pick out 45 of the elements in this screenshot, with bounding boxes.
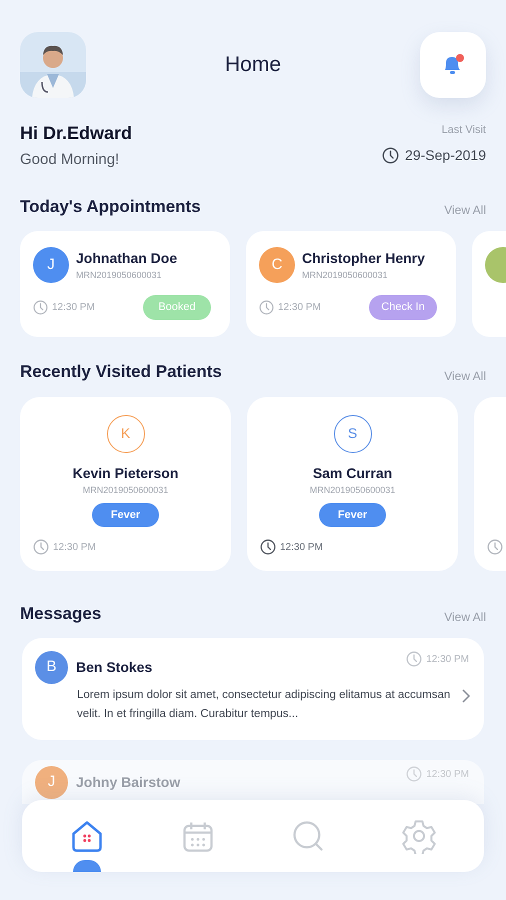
appointment-card[interactable]: J Johnathan Doe MRN2019050600031 12:30 PM Booked xyxy=(20,231,230,337)
patient-name: Christopher Henry xyxy=(302,248,425,268)
patient-mrn: MRN2019050600031 xyxy=(310,484,396,496)
last-visit-date: 29-Sep-2019 xyxy=(405,146,486,165)
patient-mrn: MRN2019050600031 xyxy=(82,484,168,496)
status-badge: Check In xyxy=(369,295,437,320)
greeting-name: Hi Dr.Edward xyxy=(20,122,132,145)
visit-time: 12:30 PM xyxy=(53,540,96,554)
section-title: Recently Visited Patients xyxy=(20,361,222,383)
message-time: 12:30 PM xyxy=(426,652,469,666)
status-badge: Booked xyxy=(143,295,211,320)
patient-name: Johnathan Doe xyxy=(76,248,178,268)
patient-card[interactable]: K Kevin Pieterson MRN2019050600031 Fever 12:30 PM xyxy=(20,396,231,570)
notification-button[interactable] xyxy=(420,32,486,98)
condition-tag: Fever xyxy=(92,503,159,527)
clock-icon xyxy=(382,146,400,164)
clock-icon xyxy=(260,539,276,555)
clock-icon xyxy=(259,300,274,315)
section-title: Messages xyxy=(20,602,102,625)
patient-name: Kevin Pieterson xyxy=(72,464,178,482)
clock-icon xyxy=(406,766,422,782)
patient-mrn: MRN2019050600031 xyxy=(302,268,389,282)
appointment-time: 12:30 PM xyxy=(278,301,321,315)
message-card[interactable]: B Ben Stokes 12:30 PM Lorem ipsum dolor sit amet, consectetur adipiscing elitamus at accumsan velit. In et fringilla diam. Curabitur tempus... xyxy=(22,638,484,740)
visit-time: 12:30 PM xyxy=(280,540,323,554)
clock-icon xyxy=(406,651,422,667)
greeting-message: Good Morning! xyxy=(20,150,120,170)
settings-icon xyxy=(400,818,437,854)
condition-tag: Fever xyxy=(319,503,386,527)
sender-name: Johny Bairstow xyxy=(76,773,182,792)
patient-card[interactable]: S Sam Curran MRN2019050600031 Fever 12:30 PM xyxy=(247,396,458,570)
chevron-right-icon[interactable] xyxy=(461,689,471,703)
page-title: Home xyxy=(224,52,282,78)
patient-name: Sam Curran xyxy=(312,464,392,482)
clock-icon xyxy=(487,538,503,554)
appointment-card[interactable]: C Christopher Henry MRN2019050600031 12:30 PM Check In xyxy=(246,231,456,337)
message-preview: Lorem ipsum dolor sit amet, consectetur adipiscing elitamus at accumsan velit. In et fringilla diam. Curabitur tempus... xyxy=(77,688,452,722)
section-title: Today's Appointments xyxy=(20,196,201,218)
appointment-time: 12:30 PM xyxy=(52,301,95,315)
clock-icon xyxy=(33,300,48,315)
active-indicator xyxy=(73,860,102,872)
sender-name: Ben Stokes xyxy=(76,658,154,677)
patient-mrn: MRN2019050600031 xyxy=(76,268,163,282)
last-visit-label: Last Visit xyxy=(442,123,486,138)
clock-icon xyxy=(33,539,49,555)
